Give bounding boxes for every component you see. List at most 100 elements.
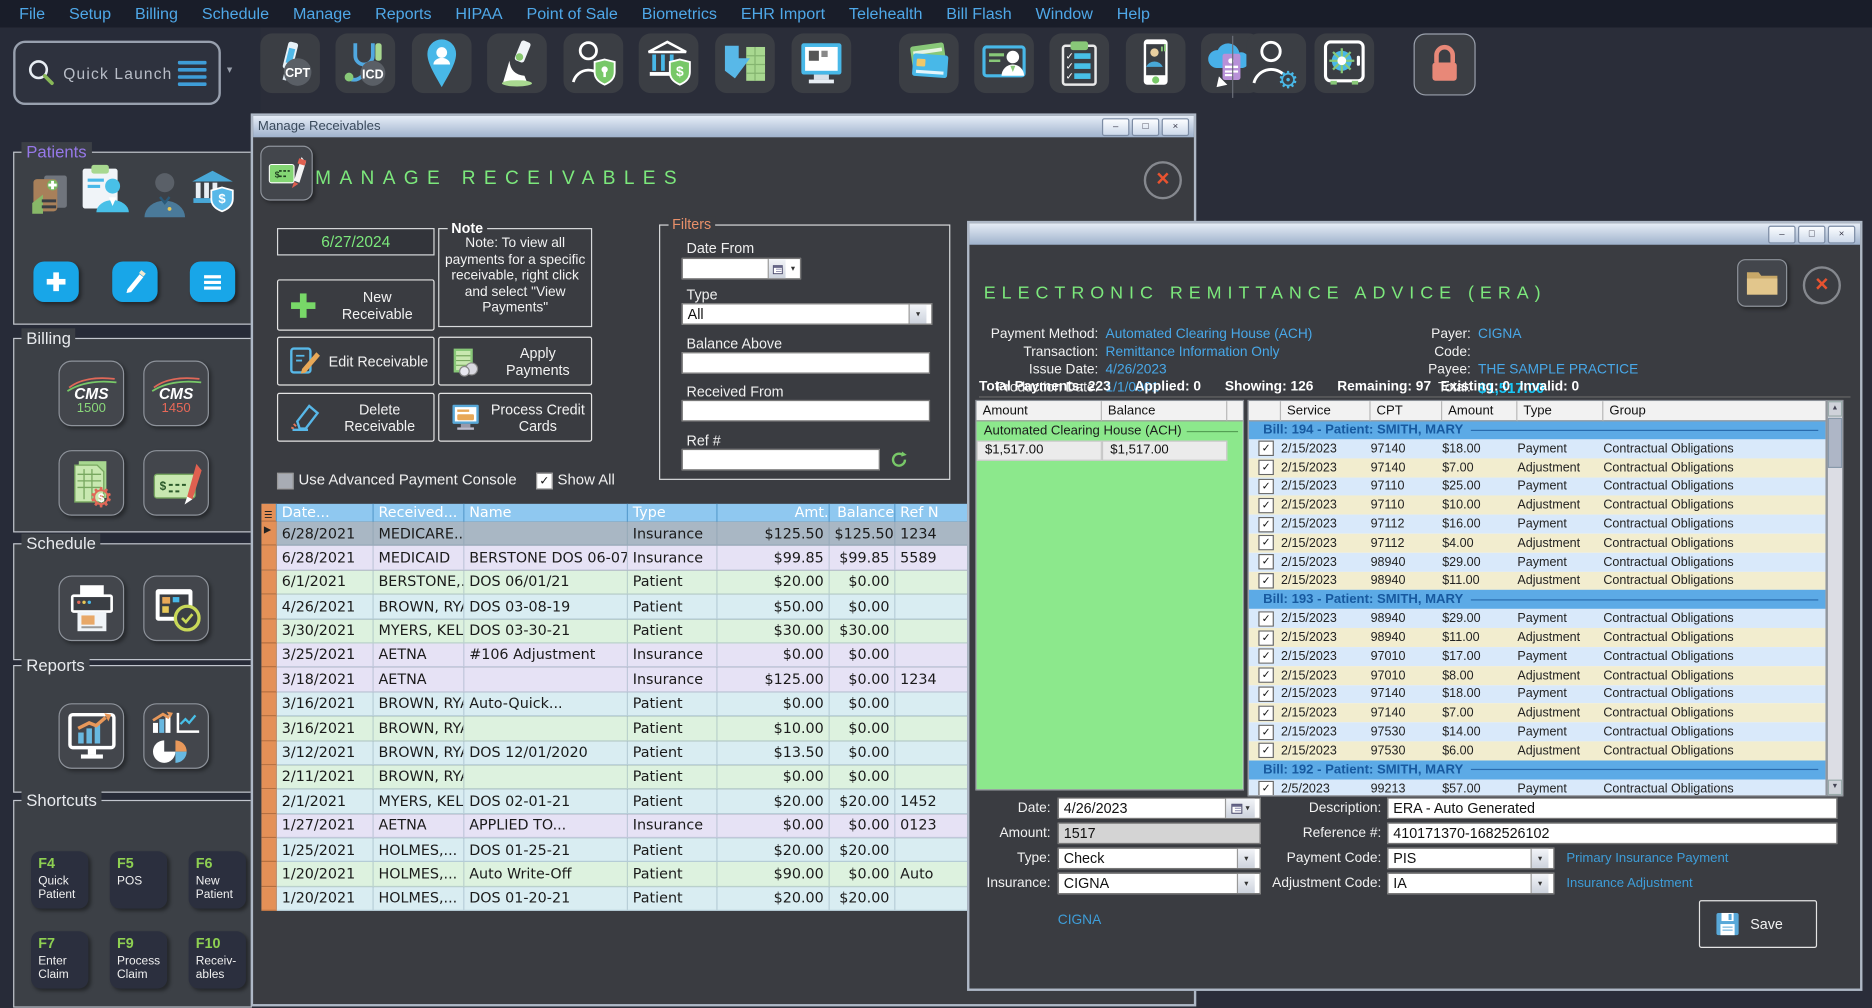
calendar-dropdown-icon[interactable]: ▾	[1225, 799, 1255, 818]
edit-patient-button[interactable]	[112, 261, 157, 302]
row-marker[interactable]	[261, 765, 277, 789]
row-marker[interactable]	[261, 741, 277, 765]
patient-list-button[interactable]	[190, 261, 235, 302]
amount-column-header[interactable]: Amount	[977, 401, 1102, 421]
row-marker[interactable]	[261, 814, 277, 838]
shortcut-f6-button[interactable]: F6New Patient	[189, 851, 246, 908]
scroll-up-icon[interactable]: ▲	[1828, 401, 1842, 417]
menu-icon[interactable]	[178, 57, 207, 89]
received-from-input[interactable]	[682, 400, 930, 421]
line-checkbox[interactable]: ✓	[1258, 441, 1274, 457]
open-folder-button[interactable]	[1737, 259, 1787, 307]
payer-link[interactable]: CIGNA	[1058, 913, 1101, 927]
service-line-row[interactable]: ✓2/15/202398940$11.00AdjustmentContractu…	[1249, 628, 1826, 647]
menu-item-file[interactable]: File	[7, 5, 57, 23]
line-checkbox[interactable]: ✓	[1258, 705, 1274, 721]
row-marker[interactable]	[261, 668, 277, 692]
advanced-payment-console-checkbox[interactable]	[277, 473, 294, 490]
checks-button[interactable]: $	[143, 450, 209, 516]
menu-item-biometrics[interactable]: Biometrics	[630, 5, 729, 23]
print-schedule-button[interactable]	[59, 575, 125, 641]
era-titlebar[interactable]: – □ ×	[969, 223, 1860, 244]
scroll-down-icon[interactable]: ▼	[1828, 780, 1842, 796]
menu-item-ehr-import[interactable]: EHR Import	[729, 5, 837, 23]
line-checkbox[interactable]: ✓	[1258, 554, 1274, 570]
row-marker[interactable]	[261, 570, 277, 594]
shortcut-f9-button[interactable]: F9Process Claim	[110, 931, 167, 988]
new-receivable-button[interactable]: New Receivable	[277, 279, 435, 330]
insurance-select[interactable]: CIGNA▾	[1058, 873, 1261, 894]
service-line-row[interactable]: ✓2/15/202397112$4.00AdjustmentContractua…	[1249, 534, 1826, 553]
column-header-date[interactable]: Date...	[277, 504, 374, 522]
current-date-field[interactable]: 6/27/2024	[277, 228, 435, 255]
row-marker[interactable]	[261, 619, 277, 643]
line-checkbox[interactable]: ✓	[1258, 611, 1274, 627]
service-line-row[interactable]: ✓2/15/202398940$11.00AdjustmentContractu…	[1249, 571, 1826, 590]
row-marker[interactable]: ▶	[261, 522, 277, 546]
edit-receivable-button[interactable]: Edit Receivable	[277, 337, 435, 386]
line-checkbox[interactable]: ✓	[1258, 498, 1274, 514]
service-line-row[interactable]: ✓2/15/202397110$10.00AdjustmentContractu…	[1249, 496, 1826, 515]
service-line-row[interactable]: ✓2/15/202398940$29.00PaymentContractual …	[1249, 609, 1826, 628]
quick-launch-button[interactable]: Quick Launch	[13, 41, 221, 105]
row-marker[interactable]	[261, 643, 277, 667]
toolbar-vault-button[interactable]	[1314, 33, 1374, 93]
menu-item-help[interactable]: Help	[1105, 5, 1162, 23]
refresh-icon[interactable]	[889, 450, 908, 469]
toolbar-user-settings-button[interactable]: ⚙	[1246, 33, 1306, 93]
add-patient-button[interactable]	[33, 261, 78, 302]
toolbar-telehealth-phone-button[interactable]	[1126, 33, 1186, 93]
toolbar-credit-cards-button[interactable]	[899, 33, 959, 93]
patient-bank-icon[interactable]: $	[189, 167, 242, 217]
menu-item-hipaa[interactable]: HIPAA	[443, 5, 514, 23]
line-checkbox[interactable]: ✓	[1258, 630, 1274, 646]
toolbar-lock-button[interactable]	[1414, 33, 1476, 95]
report-charts-button[interactable]	[143, 703, 209, 769]
balance-above-input[interactable]	[682, 352, 930, 373]
service-line-row[interactable]: ✓2/15/202397140$18.00PaymentContractual …	[1249, 685, 1826, 704]
line-checkbox[interactable]: ✓	[1258, 686, 1274, 702]
column-header-amt[interactable]: Amt.	[718, 504, 830, 522]
line-checkbox[interactable]: ✓	[1258, 573, 1274, 589]
service-line-row[interactable]: ✓2/15/202397112$16.00PaymentContractual …	[1249, 515, 1826, 534]
service-line-row[interactable]: ✓2/15/202397140$7.00AdjustmentContractua…	[1249, 704, 1826, 723]
delete-receivable-button[interactable]: Delete Receivable	[277, 393, 435, 442]
restore-button[interactable]: □	[1798, 225, 1825, 243]
column-header-type[interactable]: Type	[628, 504, 718, 522]
column-header-balance[interactable]: Balance	[830, 504, 896, 522]
report-monitor-button[interactable]	[59, 703, 125, 769]
menu-item-reports[interactable]: Reports	[363, 5, 443, 23]
column-header-group[interactable]: Group	[1603, 401, 1826, 421]
era-description-input[interactable]: ERA - Auto Generated	[1387, 798, 1837, 819]
menu-item-setup[interactable]: Setup	[57, 5, 123, 23]
service-line-row[interactable]: ✓2/15/202397530$14.00PaymentContractual …	[1249, 722, 1826, 741]
service-line-row[interactable]: ✓2/15/202398940$29.00PaymentContractual …	[1249, 553, 1826, 572]
shortcut-f4-button[interactable]: F4Quick Patient	[31, 851, 88, 908]
toolbar-microscope-labs-button[interactable]	[487, 33, 547, 93]
column-header-cpt[interactable]: CPT	[1371, 401, 1443, 421]
show-all-checkbox[interactable]: ✓	[536, 473, 553, 490]
chevron-down-icon[interactable]: ▾	[1531, 849, 1549, 868]
chevron-down-icon[interactable]: ▾	[227, 63, 232, 76]
restore-button[interactable]: □	[1132, 118, 1159, 136]
toolbar-checklist-button[interactable]: ✓✓✓	[1049, 33, 1109, 93]
appointments-button[interactable]	[143, 575, 209, 641]
row-marker[interactable]	[261, 887, 277, 911]
toolbar-cpt-codes-button[interactable]: CPT	[260, 33, 320, 93]
era-date-input[interactable]: 4/26/2023 ▾	[1058, 798, 1261, 819]
service-line-row[interactable]: ✓2/15/202397140$18.00PaymentContractual …	[1249, 439, 1826, 458]
era-amount-input[interactable]: 1517	[1058, 823, 1261, 844]
era-reference-input[interactable]: 410171370-1682526102	[1387, 823, 1837, 844]
service-line-row[interactable]: ✓2/15/202397530$6.00AdjustmentContractua…	[1249, 741, 1826, 760]
line-checkbox[interactable]: ✓	[1258, 649, 1274, 665]
patient-person-icon[interactable]	[141, 170, 189, 220]
receivables-close-button[interactable]: ×	[1144, 161, 1182, 199]
line-checkbox[interactable]: ✓	[1258, 781, 1274, 796]
column-header-amount[interactable]: Amount	[1442, 401, 1517, 421]
receivables-titlebar[interactable]: Manage Receivables – □ ×	[253, 116, 1194, 137]
minimize-button[interactable]: –	[1102, 118, 1129, 136]
apply-payments-button[interactable]: Apply Payments	[438, 337, 592, 386]
service-line-row[interactable]: ✓2/15/202397110$25.00PaymentContractual …	[1249, 477, 1826, 496]
row-marker[interactable]	[261, 838, 277, 862]
calendar-dropdown-icon[interactable]	[768, 259, 786, 278]
